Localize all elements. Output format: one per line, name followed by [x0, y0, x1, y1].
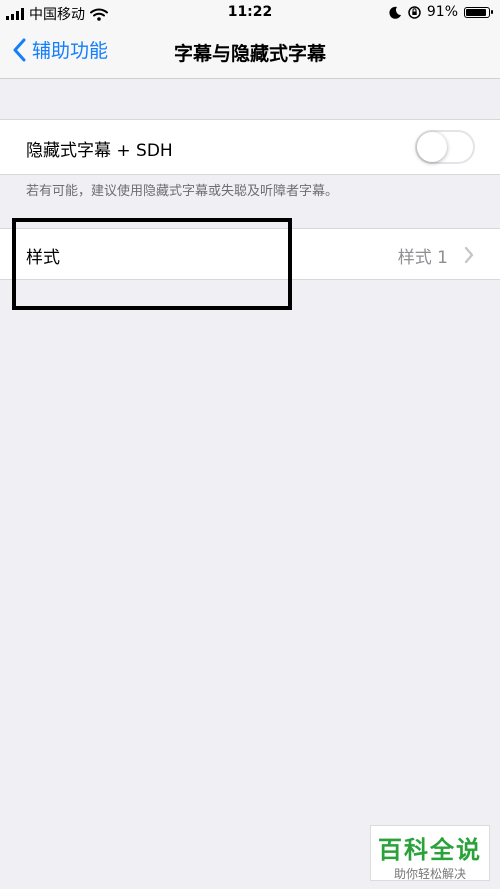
status-bar: 中国移动 11:22 91% [0, 0, 500, 26]
sdh-label: 隐藏式字幕 + SDH [26, 141, 173, 161]
watermark-logo: 百科全说 助你轻松解决 [370, 825, 490, 881]
battery-fill [466, 8, 486, 16]
battery-percent: 91% [426, 4, 458, 20]
status-right: 91% [389, 4, 493, 20]
orientation-lock-icon [408, 5, 421, 19]
style-row[interactable]: 样式 样式 1 [0, 228, 500, 280]
nav-bar: 辅助功能 字幕与隐藏式字幕 [0, 26, 500, 79]
chevron-right-icon [464, 247, 474, 263]
chevron-left-icon [13, 38, 26, 61]
sdh-toggle[interactable] [415, 130, 475, 164]
sdh-row: 隐藏式字幕 + SDH [0, 119, 500, 175]
toggle-knob [417, 132, 447, 162]
watermark-tagline: 助你轻松解决 [393, 867, 466, 881]
style-value: 样式 1 [397, 248, 448, 268]
back-button[interactable]: 辅助功能 [12, 36, 108, 63]
back-button-label: 辅助功能 [32, 40, 109, 62]
style-label: 样式 [26, 248, 60, 268]
sdh-footnote: 若有可能，建议使用隐藏式字幕或失聪及听障者字幕。 [26, 184, 339, 199]
watermark-logo-text: 百科全说 [378, 836, 482, 864]
moon-icon [389, 6, 401, 19]
battery-icon [464, 6, 493, 18]
